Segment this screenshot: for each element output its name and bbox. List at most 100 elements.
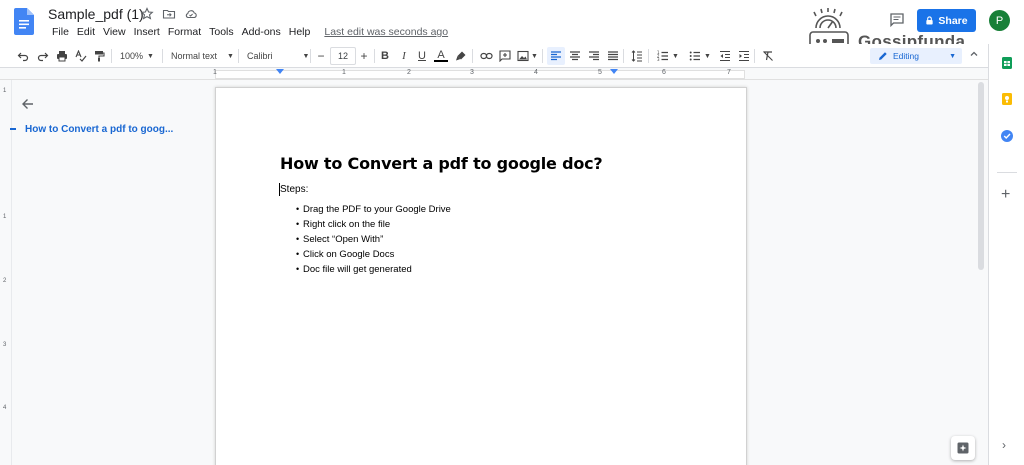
- menu-edit[interactable]: Edit: [73, 26, 99, 38]
- keep-icon[interactable]: [1000, 92, 1014, 106]
- app-header: Sample_pdf (1) File Edit View Insert For…: [0, 0, 1024, 51]
- ruler-number: 3: [470, 69, 474, 76]
- right-indent-marker[interactable]: [610, 69, 618, 74]
- ruler-number: 4: [534, 69, 538, 76]
- list-item-text: Drag the PDF to your Google Drive: [303, 204, 451, 215]
- docs-window: Sample_pdf (1) File Edit View Insert For…: [0, 0, 1024, 465]
- add-comment-icon[interactable]: [498, 49, 512, 63]
- vruler-number: 2: [3, 278, 7, 284]
- align-center-icon[interactable]: [568, 49, 582, 63]
- move-folder-icon[interactable]: [162, 7, 176, 21]
- italic-button[interactable]: I: [397, 49, 411, 63]
- chevron-down-icon: ▼: [147, 52, 154, 60]
- increase-font-size-button[interactable]: +: [357, 49, 371, 63]
- outline-active-marker: [10, 128, 16, 130]
- menu-format[interactable]: Format: [164, 26, 205, 38]
- editing-mode-label: Editing: [893, 51, 919, 61]
- left-indent-marker[interactable]: [276, 69, 284, 74]
- menu-file[interactable]: File: [48, 26, 73, 38]
- svg-text:3: 3: [657, 57, 660, 62]
- font-select[interactable]: Calibri ▼: [247, 49, 309, 63]
- ruler-number: 6: [662, 69, 666, 76]
- share-button[interactable]: Share: [917, 9, 976, 32]
- undo-icon[interactable]: [16, 49, 30, 63]
- side-divider: [997, 172, 1017, 173]
- editing-mode-select[interactable]: Editing ▼: [870, 48, 962, 64]
- outline-item[interactable]: How to Convert a pdf to goog...: [25, 124, 173, 135]
- document-page[interactable]: How to Convert a pdf to google doc? Step…: [216, 88, 746, 465]
- ruler-number: 7: [727, 69, 731, 76]
- side-panel: + ›: [988, 44, 1024, 465]
- document-title[interactable]: Sample_pdf (1): [48, 6, 144, 22]
- steps-list: • Drag the PDF to your Google Drive • Righ…: [296, 202, 451, 277]
- explore-icon: [957, 442, 969, 454]
- style-select[interactable]: Normal text ▼: [171, 49, 234, 63]
- list-item-text: Right click on the file: [303, 219, 391, 230]
- clear-formatting-icon[interactable]: [761, 49, 775, 63]
- text-color-button[interactable]: A: [434, 49, 448, 62]
- font-size-input[interactable]: 12: [330, 47, 356, 65]
- chevron-down-icon: ▼: [227, 52, 234, 60]
- chevron-right-icon[interactable]: ›: [1002, 438, 1006, 452]
- last-edit-link[interactable]: Last edit was seconds ago: [324, 26, 448, 38]
- menu-addons[interactable]: Add-ons: [238, 26, 285, 38]
- highlight-icon[interactable]: [454, 49, 468, 63]
- style-value: Normal text: [171, 51, 218, 61]
- avatar[interactable]: P: [989, 10, 1010, 31]
- chevron-down-icon[interactable]: ▼: [704, 49, 711, 63]
- link-icon[interactable]: [479, 49, 493, 63]
- chevron-down-icon[interactable]: ▼: [672, 49, 679, 63]
- vruler-number: 3: [3, 342, 7, 348]
- align-right-icon[interactable]: [587, 49, 601, 63]
- pencil-icon: [879, 52, 887, 60]
- sheets-icon[interactable]: [1000, 56, 1014, 70]
- menu-insert[interactable]: Insert: [130, 26, 164, 38]
- bold-button[interactable]: B: [378, 49, 392, 63]
- numbered-list-icon[interactable]: 123: [656, 49, 670, 63]
- list-item: • Click on Google Docs: [296, 249, 395, 260]
- list-item: • Select “Open With”: [296, 234, 384, 245]
- spellcheck-icon[interactable]: [74, 49, 88, 63]
- docs-logo-icon[interactable]: [14, 8, 34, 35]
- line-spacing-icon[interactable]: [630, 49, 644, 63]
- list-item: • Right click on the file: [296, 219, 391, 230]
- list-item-text: Select “Open With”: [303, 234, 384, 245]
- insert-image-icon[interactable]: [516, 49, 530, 63]
- horizontal-ruler[interactable]: 1 1 2 3 4 5 6 7: [0, 68, 988, 80]
- underline-button[interactable]: U: [415, 49, 429, 63]
- decrease-indent-icon[interactable]: [718, 49, 732, 63]
- tasks-icon[interactable]: [1000, 129, 1014, 143]
- comment-history-icon[interactable]: [889, 12, 905, 28]
- back-arrow-icon[interactable]: [20, 96, 36, 112]
- list-item: • Drag the PDF to your Google Drive: [296, 204, 451, 215]
- explore-button[interactable]: [951, 436, 975, 460]
- chevron-down-icon[interactable]: ▼: [531, 49, 538, 63]
- ruler-number: 2: [407, 69, 411, 76]
- paint-format-icon[interactable]: [92, 49, 106, 63]
- zoom-select[interactable]: 100% ▼: [120, 49, 154, 63]
- increase-indent-icon[interactable]: [737, 49, 751, 63]
- vruler-number: 1: [3, 214, 7, 220]
- vertical-ruler[interactable]: 1 1 2 3 4: [0, 80, 12, 465]
- lock-icon: [926, 16, 934, 25]
- ruler-number: 5: [598, 69, 602, 76]
- scrollbar-thumb[interactable]: [978, 82, 984, 270]
- cloud-status-icon[interactable]: [184, 7, 198, 21]
- justify-icon[interactable]: [606, 49, 620, 63]
- list-item-text: Click on Google Docs: [303, 249, 395, 260]
- chevron-down-icon: ▼: [949, 52, 956, 60]
- vruler-number: 1: [3, 88, 7, 94]
- bulleted-list-icon[interactable]: [688, 49, 702, 63]
- add-addon-icon[interactable]: +: [1001, 186, 1010, 204]
- menu-view[interactable]: View: [99, 26, 130, 38]
- menu-help[interactable]: Help: [285, 26, 315, 38]
- font-value: Calibri: [247, 51, 273, 61]
- vertical-scrollbar[interactable]: [976, 80, 986, 465]
- star-icon[interactable]: [140, 7, 154, 21]
- align-left-icon[interactable]: [549, 49, 563, 63]
- redo-icon[interactable]: [36, 49, 50, 63]
- menu-tools[interactable]: Tools: [205, 26, 238, 38]
- decrease-font-size-button[interactable]: −: [314, 49, 328, 63]
- hide-menus-icon[interactable]: [969, 49, 979, 62]
- print-icon[interactable]: [55, 49, 69, 63]
